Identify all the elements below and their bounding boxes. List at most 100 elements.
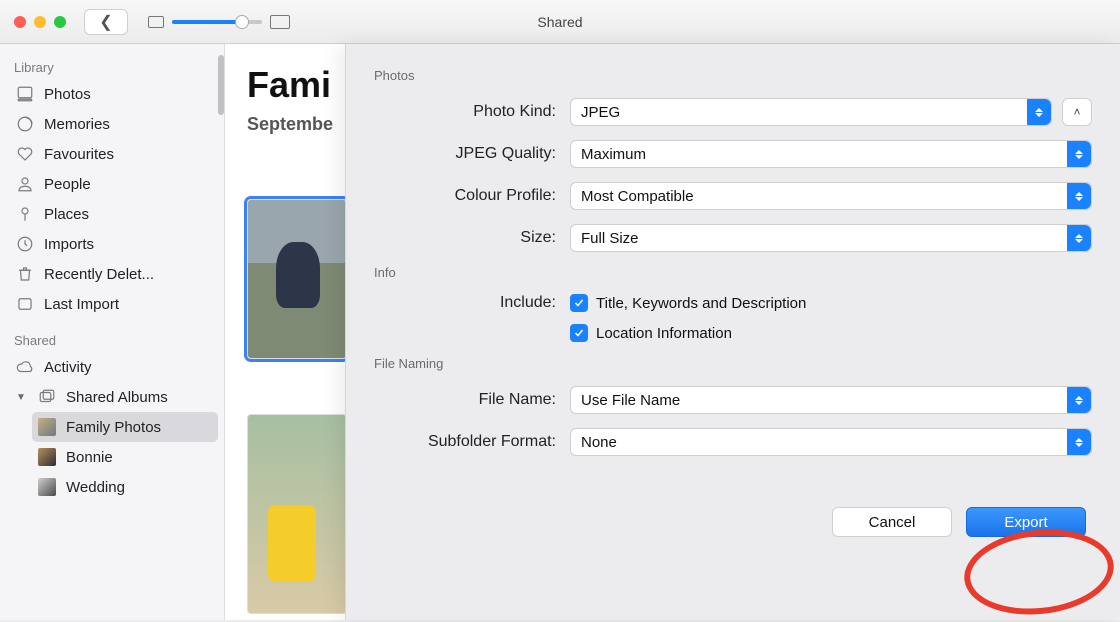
sidebar-item-shared-albums[interactable]: ▼ Shared Albums [10,382,218,412]
include-label: Include: [360,294,570,312]
select-value: None [581,434,617,451]
photo-thumbnail[interactable] [247,199,347,359]
chevron-up-icon: ˄ [1073,105,1080,119]
disclosure-triangle-icon[interactable]: ▼ [16,392,26,403]
sidebar-item-label: Recently Delet... [44,266,154,283]
select-value: Maximum [581,146,646,163]
include-title-checkbox[interactable] [570,294,588,312]
subfolder-format-select[interactable]: None [570,428,1092,456]
colour-profile-select[interactable]: Most Compatible [570,182,1092,210]
export-button[interactable]: Export [966,507,1086,537]
sidebar-item-memories[interactable]: Memories [10,109,218,139]
sidebar-item-label: Places [44,206,89,223]
sidebar-item-label: Activity [44,359,92,376]
select-value: Full Size [581,230,639,247]
zoom-out-icon[interactable] [148,16,164,28]
sidebar-item-label: Family Photos [66,419,161,436]
size-label: Size: [360,229,570,247]
button-label: Export [1004,514,1047,531]
sidebar: Library Photos Memories Favourites Peopl… [0,44,225,620]
thumbnail-zoom [148,15,290,29]
sidebar-scrollbar[interactable] [218,55,224,115]
jpeg-quality-select[interactable]: Maximum [570,140,1092,168]
photos-icon [16,85,34,103]
album-thumbnail-icon [38,478,56,496]
pin-icon [16,205,34,223]
section-header-file-naming: File Naming [374,356,1092,371]
back-button[interactable]: ❮ [84,9,128,35]
heart-icon [16,145,34,163]
fullscreen-window-icon[interactable] [54,16,66,28]
section-header-info: Info [374,265,1092,280]
sidebar-item-label: Photos [44,86,91,103]
chevron-left-icon: ❮ [99,12,112,32]
include-title-label: Title, Keywords and Description [596,295,806,312]
file-name-select[interactable]: Use File Name [570,386,1092,414]
album-thumbnail-icon [38,418,56,436]
memories-icon [16,115,34,133]
sidebar-item-bonnie[interactable]: Bonnie [32,442,218,472]
album-thumbnail-icon [38,448,56,466]
sidebar-item-wedding[interactable]: Wedding [32,472,218,502]
sidebar-item-label: Memories [44,116,110,133]
import-icon [16,295,34,313]
select-stepper-icon [1067,141,1091,167]
sidebar-item-label: People [44,176,91,193]
subfolder-format-label: Subfolder Format: [360,433,570,451]
sidebar-item-favourites[interactable]: Favourites [10,139,218,169]
sidebar-item-label: Last Import [44,296,119,313]
select-value: Use File Name [581,392,680,409]
file-name-label: File Name: [360,391,570,409]
photo-kind-label: Photo Kind: [360,103,570,121]
button-label: Cancel [869,514,916,531]
include-location-label: Location Information [596,325,732,342]
cancel-button[interactable]: Cancel [832,507,952,537]
photo-thumbnail[interactable] [247,414,347,614]
photo-kind-select[interactable]: JPEG [570,98,1052,126]
sidebar-item-activity[interactable]: Activity [10,352,218,382]
select-stepper-icon [1027,99,1051,125]
trash-icon [16,265,34,283]
section-header-photos: Photos [374,68,1092,83]
sidebar-item-label: Imports [44,236,94,253]
sidebar-item-imports[interactable]: Imports [10,229,218,259]
albums-icon [38,388,56,406]
sidebar-item-family-photos[interactable]: Family Photos [32,412,218,442]
person-icon [16,175,34,193]
close-window-icon[interactable] [14,16,26,28]
export-sheet: Photos Photo Kind: JPEG ˄ JPEG Quality: … [345,44,1120,620]
check-icon [573,327,585,339]
select-stepper-icon [1067,429,1091,455]
sidebar-section-header: Library [10,54,218,79]
select-value: Most Compatible [581,188,694,205]
minimize-window-icon[interactable] [34,16,46,28]
clock-icon [16,235,34,253]
colour-profile-label: Colour Profile: [360,187,570,205]
select-stepper-icon [1067,225,1091,251]
collapse-section-button[interactable]: ˄ [1062,98,1092,126]
include-location-checkbox[interactable] [570,324,588,342]
sidebar-item-people[interactable]: People [10,169,218,199]
sidebar-section-header: Shared [10,327,218,352]
select-stepper-icon [1067,387,1091,413]
size-select[interactable]: Full Size [570,224,1092,252]
select-value: JPEG [581,104,620,121]
sidebar-item-last-import[interactable]: Last Import [10,289,218,319]
sidebar-item-label: Bonnie [66,449,113,466]
window-controls [14,16,66,28]
jpeg-quality-label: JPEG Quality: [360,145,570,163]
sidebar-item-places[interactable]: Places [10,199,218,229]
sidebar-item-label: Favourites [44,146,114,163]
check-icon [573,297,585,309]
sidebar-item-recently-deleted[interactable]: Recently Delet... [10,259,218,289]
sidebar-item-label: Shared Albums [66,389,168,406]
select-stepper-icon [1067,183,1091,209]
sidebar-item-label: Wedding [66,479,125,496]
zoom-slider-knob[interactable] [235,15,249,29]
zoom-slider[interactable] [172,20,262,24]
annotation-circle [960,522,1118,621]
zoom-in-icon[interactable] [270,15,290,29]
sidebar-item-photos[interactable]: Photos [10,79,218,109]
toolbar: ❮ Shared [0,0,1120,44]
cloud-icon [16,358,34,376]
